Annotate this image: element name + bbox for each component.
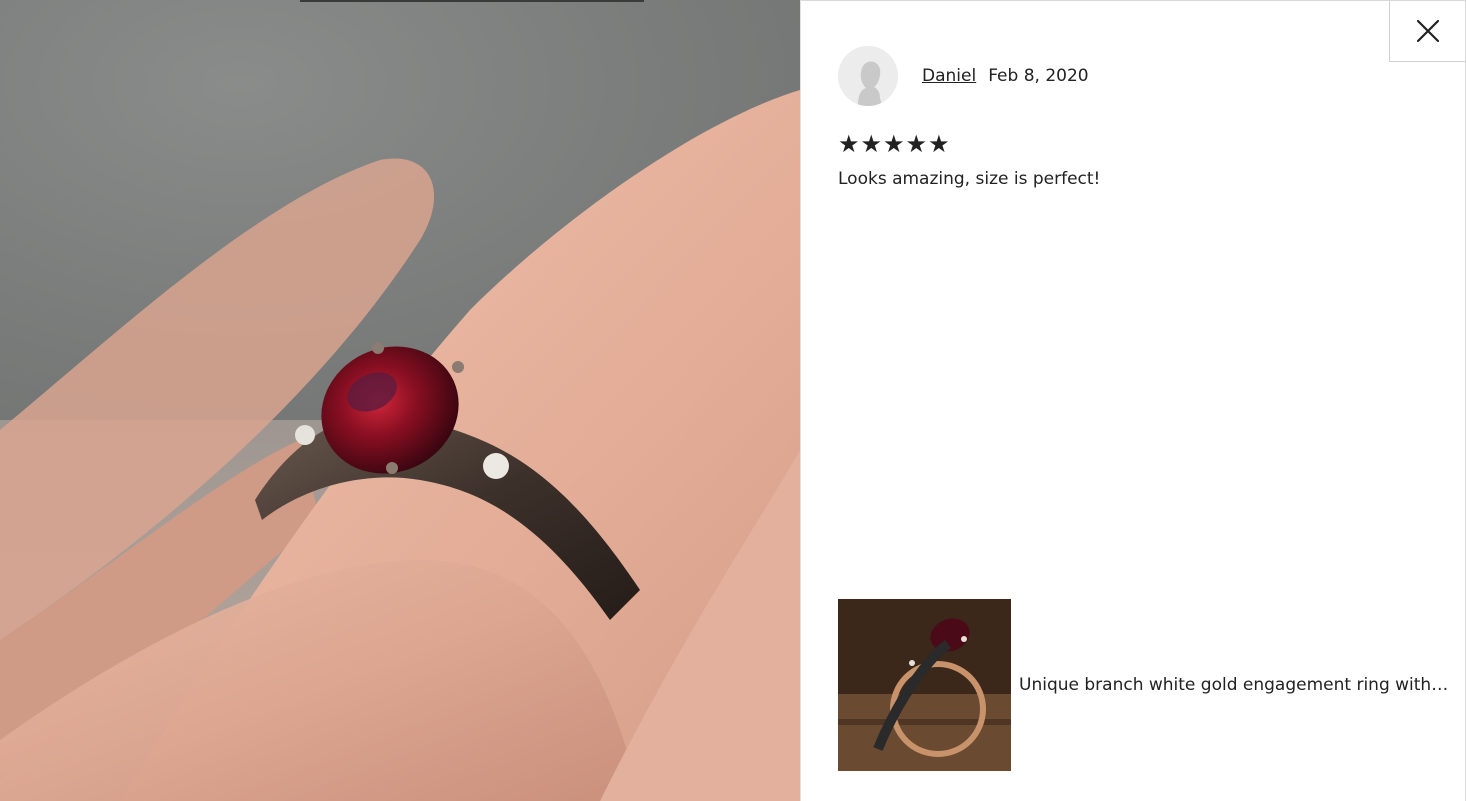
star-rating: ★ ★ ★ ★ ★: [838, 131, 950, 157]
reviewer-name-link[interactable]: Daniel: [922, 66, 976, 86]
star-icon: ★: [928, 130, 950, 158]
close-button[interactable]: [1389, 1, 1465, 62]
star-icon: ★: [838, 130, 860, 158]
review-header: Daniel Feb 8, 2020: [838, 46, 1089, 106]
close-icon: [1416, 19, 1439, 43]
ring-on-finger-illustration: [0, 90, 800, 801]
review-date: Feb 8, 2020: [988, 66, 1089, 86]
product-ring-image: [838, 599, 1011, 771]
star-icon: ★: [883, 130, 905, 158]
review-panel: Daniel Feb 8, 2020 ★ ★ ★ ★ ★ Looks amazing, …: [800, 0, 1466, 801]
review-photo: [0, 0, 800, 801]
avatar: [838, 46, 898, 106]
product-link[interactable]: Unique branch white gold engagement ring…: [838, 599, 1449, 771]
review-modal: Daniel Feb 8, 2020 ★ ★ ★ ★ ★ Looks amazing, …: [0, 0, 1466, 801]
product-title[interactable]: Unique branch white gold engagement ring…: [1019, 675, 1449, 695]
star-icon: ★: [905, 130, 928, 158]
star-icon: ★: [860, 130, 883, 158]
review-text: Looks amazing, size is perfect!: [838, 169, 1101, 189]
product-thumbnail[interactable]: [838, 599, 1011, 771]
default-user-icon: [838, 46, 898, 106]
